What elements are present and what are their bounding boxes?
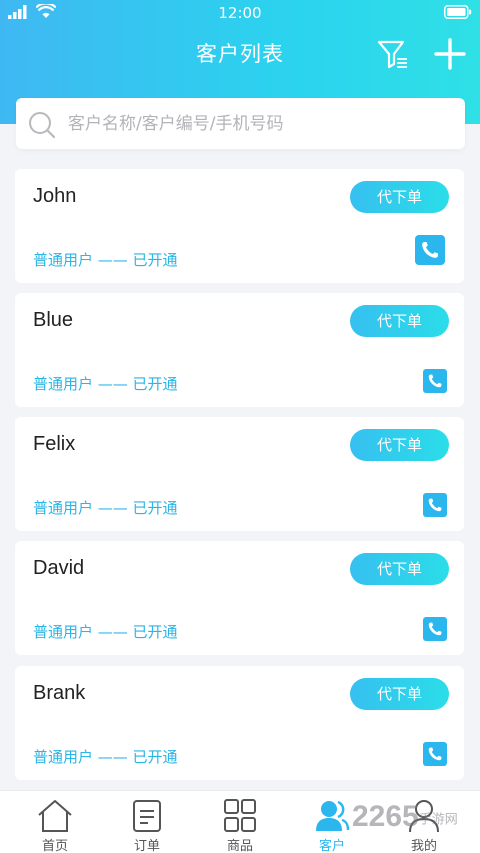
search-icon xyxy=(29,112,56,139)
filter-button[interactable] xyxy=(376,37,410,71)
order-for-customer-button[interactable]: 代下单 xyxy=(350,553,449,585)
home-icon xyxy=(38,800,72,832)
customer-status: 普通用户 —— 已开通 xyxy=(33,499,178,517)
customer-card[interactable]: Brank 代下单 普通用户 —— 已开通 xyxy=(15,666,464,780)
watermark-suffix: 手游网 xyxy=(418,811,458,827)
status-bar: 12:00 xyxy=(0,0,480,26)
add-customer-button[interactable] xyxy=(432,36,468,72)
customer-name: Felix xyxy=(33,433,76,455)
customer-card[interactable]: Blue 代下单 普通用户 —— 已开通 xyxy=(15,293,464,407)
call-button[interactable] xyxy=(423,617,447,641)
order-for-customer-button[interactable]: 代下单 xyxy=(350,678,449,710)
phone-icon xyxy=(428,622,442,636)
customer-card[interactable]: David 代下单 普通用户 —— 已开通 xyxy=(15,541,464,655)
battery-icon xyxy=(444,5,472,19)
tab-label: 客户 xyxy=(318,839,345,853)
call-button[interactable] xyxy=(423,369,447,393)
watermark-number: 2265 xyxy=(352,800,419,833)
customer-name: John xyxy=(33,185,77,207)
customer-status: 普通用户 —— 已开通 xyxy=(33,748,178,766)
customer-card[interactable]: John 代下单 普通用户 —— 已开通 xyxy=(15,169,464,283)
customer-status: 普通用户 —— 已开通 xyxy=(33,251,178,269)
customer-icon xyxy=(316,800,350,831)
status-time: 12:00 xyxy=(218,4,262,22)
tab-label: 我的 xyxy=(410,839,437,853)
customer-status: 普通用户 —— 已开通 xyxy=(33,375,178,393)
order-for-customer-button[interactable]: 代下单 xyxy=(350,429,449,461)
phone-icon xyxy=(422,242,438,258)
call-button[interactable] xyxy=(423,742,447,766)
order-for-customer-button[interactable]: 代下单 xyxy=(350,181,449,213)
call-button[interactable] xyxy=(415,235,445,265)
customer-name: David xyxy=(33,557,85,579)
search-input[interactable] xyxy=(68,108,448,140)
phone-icon xyxy=(428,374,442,388)
plus-icon xyxy=(434,38,466,70)
customer-name: Brank xyxy=(33,682,86,704)
tab-label: 商品 xyxy=(226,839,253,853)
customer-card[interactable]: Felix 代下单 普通用户 —— 已开通 xyxy=(15,417,464,531)
phone-icon xyxy=(428,498,442,512)
tab-label: 订单 xyxy=(133,839,160,853)
customer-name: Blue xyxy=(33,309,74,331)
filter-icon xyxy=(377,40,407,69)
order-for-customer-button[interactable]: 代下单 xyxy=(350,305,449,337)
tab-label: 首页 xyxy=(41,839,68,853)
status-right xyxy=(444,5,472,23)
tab-orders[interactable]: 订单 xyxy=(99,791,195,853)
watermark: 2265手游网 xyxy=(352,800,458,834)
tab-products[interactable]: 商品 xyxy=(192,791,288,853)
phone-icon xyxy=(428,747,442,761)
customer-status: 普通用户 —— 已开通 xyxy=(33,623,178,641)
grid-icon xyxy=(224,799,256,832)
call-button[interactable] xyxy=(423,493,447,517)
tab-home[interactable]: 首页 xyxy=(7,791,103,853)
order-icon xyxy=(133,800,161,832)
